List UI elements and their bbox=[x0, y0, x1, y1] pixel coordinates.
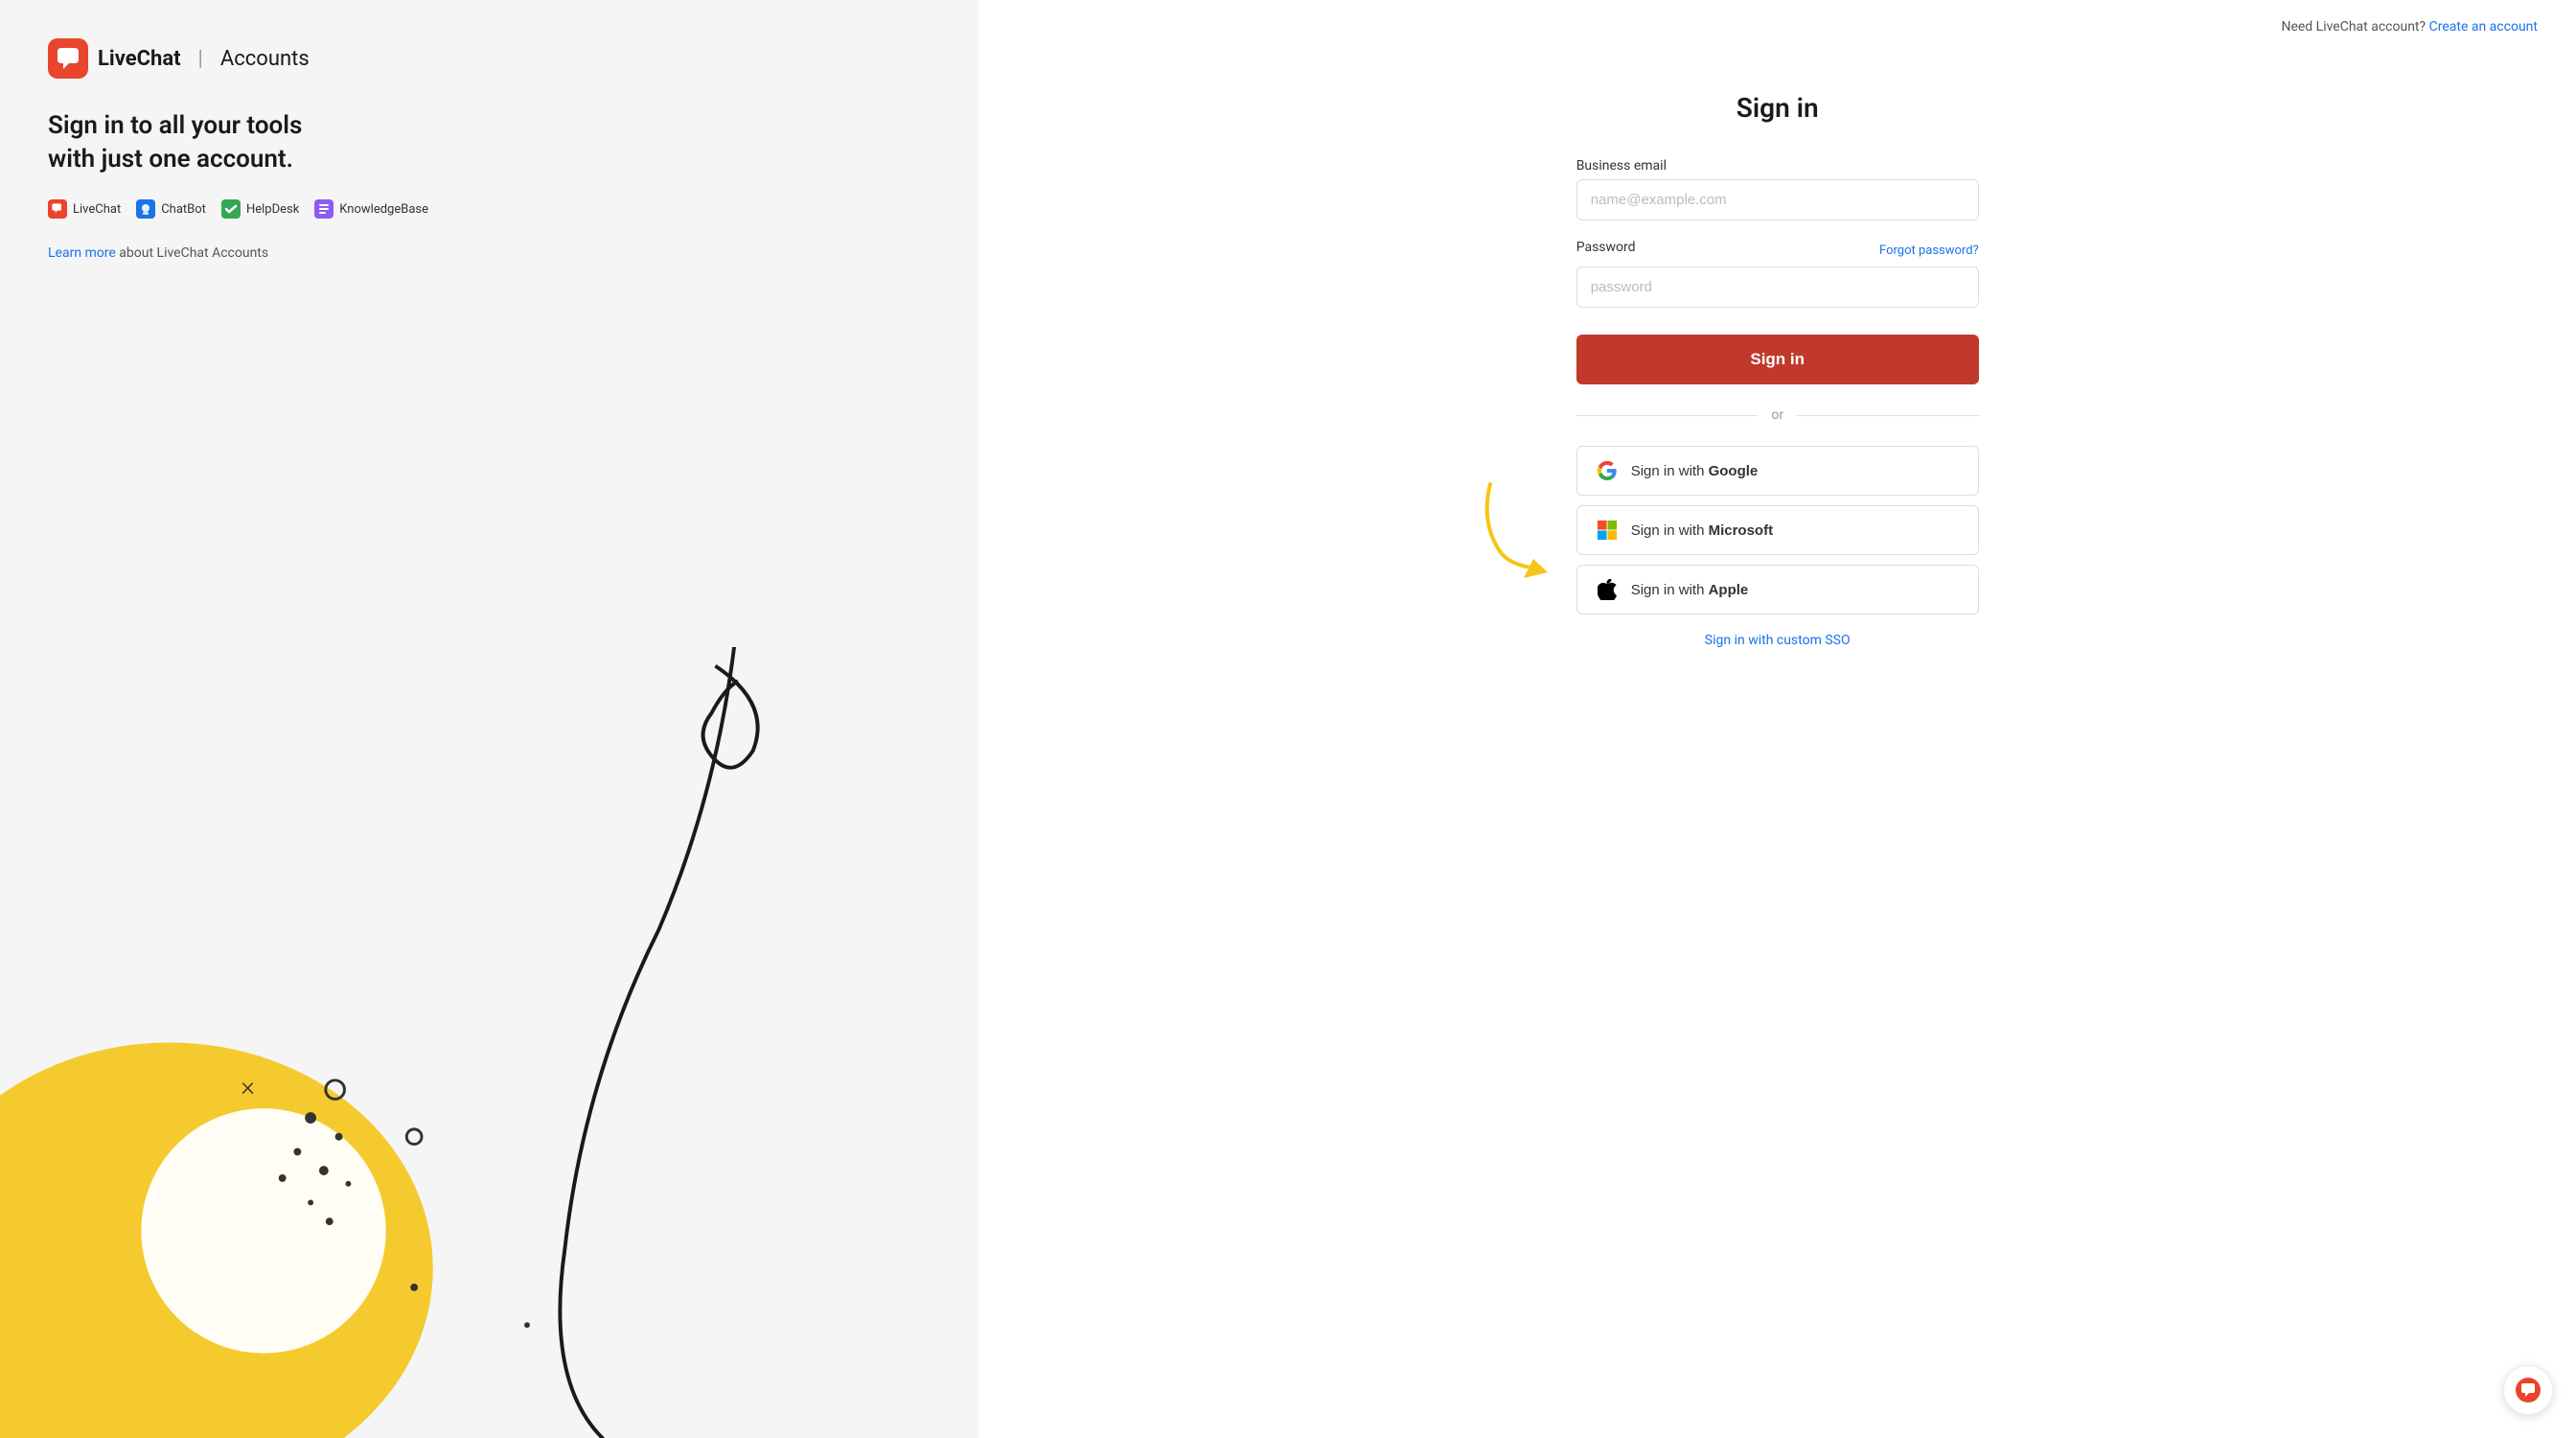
logo-text: LiveChat bbox=[98, 47, 181, 71]
product-item-helpdesk: HelpDesk bbox=[221, 199, 299, 219]
helpdesk-product-label: HelpDesk bbox=[246, 202, 299, 217]
right-panel: Need LiveChat account? Create an account… bbox=[978, 0, 2576, 1438]
logo-divider: | bbox=[198, 47, 203, 71]
livechat-product-icon bbox=[48, 199, 67, 219]
google-label-prefix: Sign in with bbox=[1631, 463, 1709, 479]
apple-button-label: Sign in with Apple bbox=[1631, 582, 1749, 598]
forgot-password-link[interactable]: Forgot password? bbox=[1879, 244, 1979, 258]
sign-in-google-button[interactable]: Sign in with Google bbox=[1576, 446, 1979, 496]
left-panel: LiveChat | Accounts Sign in to all your … bbox=[0, 0, 978, 1438]
email-label: Business email bbox=[1576, 158, 1979, 174]
knowledgebase-product-icon bbox=[314, 199, 334, 219]
knowledgebase-product-label: KnowledgeBase bbox=[339, 202, 428, 217]
apple-icon bbox=[1597, 579, 1618, 600]
chat-widget[interactable] bbox=[2503, 1365, 2553, 1415]
sso-link[interactable]: Sign in with custom SSO bbox=[1705, 633, 1851, 648]
apple-label-bold: Apple bbox=[1709, 582, 1749, 598]
tagline: Sign in to all your tools with just one … bbox=[48, 109, 316, 176]
chat-widget-icon bbox=[2516, 1378, 2541, 1403]
microsoft-label-prefix: Sign in with bbox=[1631, 522, 1709, 539]
sign-in-microsoft-button[interactable]: Sign in with Microsoft bbox=[1576, 505, 1979, 555]
email-input[interactable] bbox=[1576, 179, 1979, 220]
create-account-link[interactable]: Create an account bbox=[2429, 19, 2538, 35]
livechat-product-label: LiveChat bbox=[73, 202, 121, 217]
helpdesk-product-icon bbox=[221, 199, 241, 219]
google-icon bbox=[1597, 460, 1618, 481]
password-label: Password bbox=[1576, 240, 1636, 255]
password-row: Password Forgot password? bbox=[1576, 240, 1979, 261]
chatbot-product-icon bbox=[136, 199, 155, 219]
or-line-right bbox=[1797, 415, 1979, 416]
logo-accounts: Accounts bbox=[220, 47, 310, 71]
google-button-label: Sign in with Google bbox=[1631, 463, 1759, 479]
product-item-livechat: LiveChat bbox=[48, 199, 121, 219]
decoration-svg: × bbox=[0, 647, 978, 1438]
arrow-annotation bbox=[1471, 475, 1586, 593]
logo-area: LiveChat | Accounts bbox=[48, 38, 931, 79]
or-line-left bbox=[1576, 415, 1759, 416]
microsoft-button-label: Sign in with Microsoft bbox=[1631, 522, 1773, 539]
learn-more-section: Learn more about LiveChat Accounts bbox=[48, 245, 931, 261]
or-divider: or bbox=[1576, 407, 1979, 423]
need-account-text: Need LiveChat account? bbox=[2281, 19, 2426, 35]
top-bar: Need LiveChat account? Create an account bbox=[978, 0, 2576, 54]
microsoft-label-bold: Microsoft bbox=[1709, 522, 1774, 539]
product-item-knowledgebase: KnowledgeBase bbox=[314, 199, 428, 219]
form-inner: Sign in Business email Password Forgot p… bbox=[1576, 92, 1979, 648]
learn-more-suffix: about LiveChat Accounts bbox=[116, 245, 268, 261]
password-input[interactable] bbox=[1576, 267, 1979, 308]
page-title: Sign in bbox=[1576, 92, 1979, 124]
product-icons: LiveChat ChatBot HelpDesk bbox=[48, 199, 931, 219]
password-field-group: Password Forgot password? bbox=[1576, 240, 1979, 308]
or-text: or bbox=[1771, 407, 1783, 423]
social-buttons: Sign in with Google Sign in with Microso… bbox=[1576, 446, 1979, 615]
form-container: Sign in Business email Password Forgot p… bbox=[978, 54, 2576, 1438]
email-field-group: Business email bbox=[1576, 158, 1979, 220]
learn-more-link[interactable]: Learn more bbox=[48, 245, 116, 261]
livechat-logo-icon bbox=[48, 38, 88, 79]
chatbot-product-label: ChatBot bbox=[161, 202, 206, 217]
product-item-chatbot: ChatBot bbox=[136, 199, 206, 219]
svg-text:×: × bbox=[241, 1071, 254, 1102]
decoration-area: × bbox=[0, 647, 978, 1438]
google-label-bold: Google bbox=[1709, 463, 1759, 479]
sign-in-button[interactable]: Sign in bbox=[1576, 335, 1979, 384]
microsoft-icon bbox=[1597, 520, 1618, 541]
sign-in-apple-button[interactable]: Sign in with Apple bbox=[1576, 565, 1979, 615]
apple-label-prefix: Sign in with bbox=[1631, 582, 1709, 598]
